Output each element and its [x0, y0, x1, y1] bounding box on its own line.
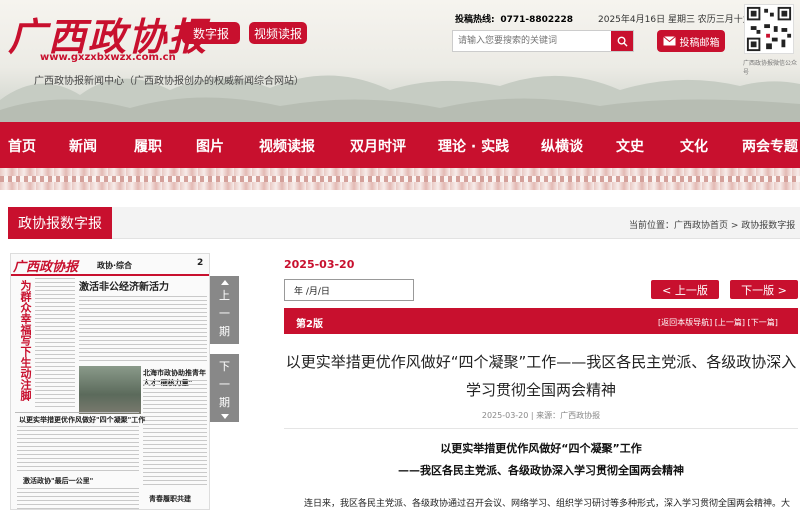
- article-divider: [284, 428, 798, 429]
- site-tagline: 广西政协报新闻中心（广西政协报创办的权威新闻综合网站）: [34, 76, 304, 87]
- article-body: 连日来，我区各民主党派、各级政协通过召开会议、网络学习、组织学习研讨等多种形式，…: [304, 499, 791, 509]
- main-nav: 首页 新闻 履职 图片 视频读报 双月时评 理论 · 实践 纵横谈 文史 文化 …: [0, 122, 800, 168]
- newspaper-page-image[interactable]: 广西政协报 政协·综合 2 为群众幸福写下生动注脚 激活非公经济新活力 北海市政…: [10, 253, 210, 510]
- search-input[interactable]: [453, 31, 611, 51]
- qr-caption: 广西政协报微信公众号: [743, 60, 798, 76]
- nav-item-theory[interactable]: 理论 · 实践: [438, 136, 509, 156]
- next-page-button[interactable]: 下一版 >: [730, 280, 798, 299]
- prev-issue-button[interactable]: 上 一 期: [210, 276, 239, 344]
- qr-code: [744, 4, 794, 54]
- nav-item-home[interactable]: 首页: [8, 136, 36, 156]
- hotline-number: 0771-8802228: [500, 15, 573, 25]
- submission-mail-button[interactable]: 投稿邮箱: [657, 30, 725, 52]
- paper-headline-vertical: 为群众幸福写下生动注脚: [19, 280, 32, 401]
- site-url: www.gxzxbxwzx.com.cn: [40, 52, 176, 63]
- nav-item-culture[interactable]: 文化: [680, 136, 708, 156]
- paper-rule: [11, 274, 209, 276]
- next-issue-button[interactable]: 下 一 期: [210, 354, 239, 422]
- nav-item-history[interactable]: 文史: [616, 136, 644, 156]
- digital-paper-button[interactable]: 数字报: [182, 22, 240, 44]
- paper-headline-3: 以更实举措更优作风做好"四个凝聚"工作: [19, 416, 146, 424]
- paper-headline: 激活非公经济新活力: [79, 282, 169, 293]
- search-button[interactable]: [611, 31, 633, 51]
- nav-item-video[interactable]: 视频读报: [259, 136, 315, 156]
- prev-issue-char: 期: [219, 324, 230, 338]
- decorative-band: [0, 168, 800, 190]
- nav-item-two-sessions[interactable]: 两会专题: [742, 136, 798, 156]
- nav-item-perspectives[interactable]: 纵横谈: [541, 136, 583, 156]
- paper-text-block: [143, 380, 207, 488]
- paper-rule: [15, 412, 139, 413]
- breadcrumb[interactable]: 当前位置：广西政协首页 > 政协报数字报: [629, 218, 795, 231]
- prev-issue-char: 上: [219, 288, 230, 302]
- paper-text-block: [79, 296, 207, 362]
- arrow-up-icon: [220, 279, 229, 285]
- nav-item-news[interactable]: 新闻: [69, 136, 97, 156]
- section-title: 政协报数字报: [8, 207, 112, 239]
- article-title: 以更实举措更优作风做好“四个凝聚”工作——我区各民主党派、各级政协深入学习贯彻全…: [285, 353, 797, 399]
- site-header: 广西政协报 www.gxzxbxwzx.com.cn 广西政协报新闻中心（广西政…: [0, 0, 800, 122]
- landscape-decoration: [0, 75, 800, 122]
- search-box: [452, 30, 634, 52]
- nav-item-photos[interactable]: 图片: [196, 136, 224, 156]
- edition-nav-links[interactable]: [返回本版导航] [上一篇] [下一篇]: [658, 317, 778, 328]
- article-subtitle-main: 以更实举措更优作风做好“四个凝聚”工作: [440, 442, 642, 455]
- hotline-label: 投稿热线:: [455, 15, 495, 25]
- paper-photo: [79, 366, 141, 414]
- article-meta: 2025-03-20 | 来源：广西政协报: [481, 411, 601, 420]
- next-issue-char: 一: [219, 377, 230, 391]
- date-picker[interactable]: 年 /月/日: [284, 279, 414, 301]
- paper-text-block: [17, 426, 139, 472]
- paper-section: 政协·综合: [97, 261, 133, 270]
- current-date: 2025年4月16日 星期三 农历三月十九: [598, 15, 752, 25]
- prev-issue-char: 一: [219, 306, 230, 320]
- nav-item-commentary[interactable]: 双月时评: [350, 136, 406, 156]
- prev-page-button[interactable]: < 上一版: [651, 280, 719, 299]
- issue-date: 2025-03-20: [284, 258, 355, 271]
- paper-page-number: 2: [197, 258, 204, 268]
- arrow-down-icon: [220, 413, 229, 419]
- paper-headline-4: 激活政协"最后一公里": [23, 477, 94, 485]
- paper-text-block: [17, 488, 139, 509]
- nav-item-duties[interactable]: 履职: [134, 136, 162, 156]
- edition-name: 第2版: [296, 319, 323, 330]
- next-issue-char: 期: [219, 395, 230, 409]
- paper-logo: 广西政协报: [13, 260, 79, 275]
- mail-label: 投稿邮箱: [679, 37, 720, 49]
- search-icon: [617, 36, 628, 47]
- article-subtitle-sub: ——我区各民主党派、各级政协深入学习贯彻全国两会精神: [398, 464, 684, 477]
- paper-headline-5: 青春履职共建: [149, 495, 191, 503]
- next-issue-char: 下: [219, 359, 230, 373]
- hotline: 投稿热线: 0771-8802228: [455, 12, 573, 25]
- mail-icon: [662, 36, 676, 46]
- video-reading-button[interactable]: 视频读报: [249, 22, 307, 44]
- paper-text-block: [35, 278, 75, 408]
